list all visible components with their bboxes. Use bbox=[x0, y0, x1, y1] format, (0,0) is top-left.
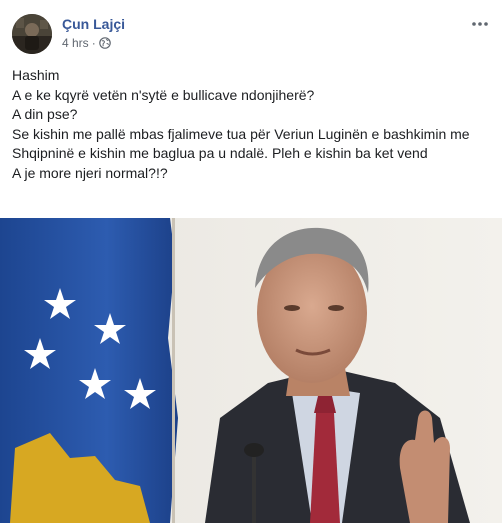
more-options-icon bbox=[472, 13, 488, 31]
post-text-line: Shqipninë e kishin me baglua pa u ndalë.… bbox=[12, 145, 428, 161]
post-meta: 4 hrs · bbox=[62, 36, 111, 50]
photo-illustration bbox=[0, 218, 502, 523]
post-text-line: Se kishin me pallë mbas fjalimeve tua pë… bbox=[12, 125, 470, 142]
author-avatar[interactable] bbox=[12, 14, 52, 54]
facebook-post: Çun Lajçi 4 hrs · Hashim A e ke kqyrë ve… bbox=[0, 0, 502, 523]
post-time[interactable]: 4 hrs bbox=[62, 36, 89, 50]
avatar-image bbox=[12, 14, 52, 54]
author-name[interactable]: Çun Lajçi bbox=[62, 16, 125, 32]
post-photo[interactable] bbox=[0, 218, 502, 523]
post-text: Hashim A e ke kqyrë vetën n'sytë e bulli… bbox=[12, 66, 497, 183]
post-text-line: A je more njeri normal?!? bbox=[12, 164, 168, 181]
more-options-button[interactable] bbox=[468, 12, 492, 32]
post-header: Çun Lajçi 4 hrs · bbox=[0, 0, 502, 60]
post-text-line: Hashim bbox=[12, 67, 60, 83]
post-text-line: A e ke kqyrë vetën n'sytë e bullicave nd… bbox=[12, 86, 315, 103]
meta-separator: · bbox=[91, 36, 96, 50]
globe-icon[interactable] bbox=[98, 37, 111, 49]
post-text-line: A din pse? bbox=[12, 106, 78, 122]
